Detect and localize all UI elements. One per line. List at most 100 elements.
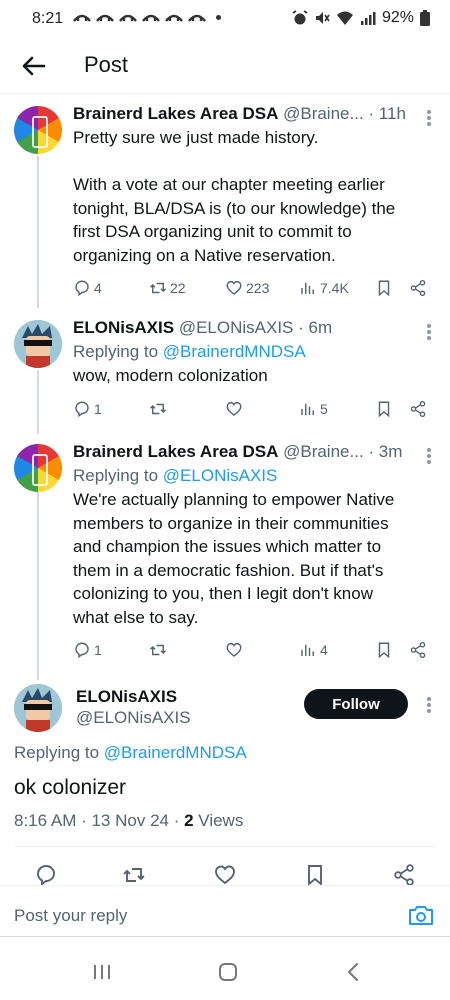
views-label: Views <box>193 811 244 830</box>
author-name[interactable]: ELONisAXIS <box>76 687 177 707</box>
views-count: 7.4K <box>320 280 349 296</box>
author-handle[interactable]: @Braine... <box>283 104 364 123</box>
reply-button[interactable] <box>34 863 58 887</box>
like-button[interactable] <box>225 639 243 661</box>
views-count: 5 <box>320 401 328 417</box>
like-count: 223 <box>246 280 270 296</box>
tweet-text: We're actually planning to empower Nativ… <box>73 490 400 627</box>
back-icon[interactable] <box>342 960 366 984</box>
like-icon <box>226 642 242 657</box>
replying-to: Replying to @ELONisAXIS <box>73 465 410 487</box>
avatar[interactable] <box>14 684 62 732</box>
mute-icon <box>315 12 330 24</box>
author-handle[interactable]: @Braine... <box>283 442 364 461</box>
avatar-image <box>14 320 62 368</box>
share-button[interactable] <box>409 639 427 661</box>
more-icon[interactable] <box>426 322 432 342</box>
page-title: Post <box>84 52 129 77</box>
post-timestamp: 8:16 AM · 13 Nov 24 · 2 Views <box>14 811 243 831</box>
notification-icons <box>72 11 221 23</box>
camera-icon[interactable] <box>408 904 434 926</box>
reply-input[interactable]: Post your reply <box>14 906 127 926</box>
more-notifications-dot <box>216 14 221 20</box>
tweet-meta: Brainerd Lakes Area DSA @Braine... · 11h <box>73 103 410 125</box>
replying-to-link[interactable]: @ELONisAXIS <box>163 466 278 485</box>
replying-to: Replying to @BrainerdMNDSA <box>73 341 410 363</box>
author-handle[interactable]: @ELONisAXIS <box>179 318 294 337</box>
views-count: 4 <box>320 642 328 658</box>
author-handle[interactable]: @ELONisAXIS <box>76 708 191 728</box>
views-button[interactable]: 5 <box>299 398 328 420</box>
views-icon <box>301 403 314 415</box>
replying-to-link[interactable]: @BrainerdMNDSA <box>104 743 247 762</box>
notification-icon <box>142 14 160 22</box>
tweet[interactable]: Brainerd Lakes Area DSA @Braine... · 3m … <box>0 438 450 666</box>
author-name[interactable]: Brainerd Lakes Area DSA <box>73 104 278 123</box>
reply-icon <box>75 280 89 297</box>
share-button[interactable] <box>392 863 416 887</box>
like-icon <box>226 401 242 416</box>
status-time: 8:21 <box>32 10 64 27</box>
repost-icon <box>123 868 145 882</box>
share-icon <box>394 864 414 886</box>
like-button[interactable] <box>225 398 243 420</box>
replying-to-link[interactable]: @BrainerdMNDSA <box>163 342 306 361</box>
home-icon[interactable] <box>216 960 240 984</box>
notification-icon <box>119 14 137 22</box>
more-icon[interactable] <box>426 695 432 715</box>
tweet-text: ok colonizer <box>14 776 127 799</box>
signal-icon <box>360 12 376 25</box>
share-button[interactable] <box>409 398 427 420</box>
back-arrow-icon[interactable] <box>20 52 48 80</box>
avatar-image <box>14 684 62 732</box>
reply-button[interactable]: 1 <box>73 639 102 661</box>
share-button[interactable] <box>409 277 427 299</box>
reply-button[interactable]: 4 <box>73 277 102 299</box>
views-button[interactable]: 4 <box>299 639 328 661</box>
wifi-icon <box>336 11 353 25</box>
bookmark-icon <box>308 865 322 887</box>
avatar[interactable] <box>14 106 62 154</box>
like-button[interactable]: 223 <box>225 277 269 299</box>
notification-icon <box>73 14 91 22</box>
tweet-meta: Brainerd Lakes Area DSA @Braine... · 3m <box>73 441 410 463</box>
views-button[interactable]: 7.4K <box>299 277 349 299</box>
reply-icon <box>75 401 89 418</box>
views-count: 2 <box>184 811 194 830</box>
more-icon[interactable] <box>426 446 432 466</box>
reply-count: 1 <box>94 642 102 658</box>
bookmark-button[interactable] <box>375 639 393 661</box>
tweet-actions: 1 5 <box>73 398 432 420</box>
follow-button[interactable]: Follow <box>304 689 408 719</box>
bookmark-button[interactable] <box>375 277 393 299</box>
battery-icon <box>420 10 430 26</box>
bookmark-button[interactable] <box>375 398 393 420</box>
like-icon <box>215 865 235 885</box>
avatar[interactable] <box>14 444 62 492</box>
tweet-text: Pretty sure we just made history. With a… <box>73 128 396 265</box>
author-name[interactable]: ELONisAXIS <box>73 318 174 337</box>
reply-bar: Post your reply <box>0 885 450 937</box>
more-icon[interactable] <box>426 108 432 128</box>
repost-button[interactable] <box>149 639 167 661</box>
repost-icon <box>149 282 167 294</box>
repost-button[interactable] <box>122 863 146 887</box>
reply-button[interactable]: 1 <box>73 398 102 420</box>
tweet-actions: 1 4 <box>73 639 432 661</box>
notification-icon <box>188 14 206 22</box>
status-right: 92% <box>292 9 430 27</box>
views-icon <box>301 644 314 656</box>
bookmark-button[interactable] <box>303 863 327 887</box>
share-icon <box>410 400 426 418</box>
repost-button[interactable]: 22 <box>149 277 186 299</box>
reply-count: 1 <box>94 401 102 417</box>
recent-apps-icon[interactable] <box>90 960 114 984</box>
main-tweet-actions <box>14 846 436 887</box>
like-button[interactable] <box>213 863 237 887</box>
avatar[interactable] <box>14 320 62 368</box>
repost-button[interactable] <box>149 398 167 420</box>
system-navigation-bar <box>0 940 450 1000</box>
post-time: · 6m <box>298 318 333 337</box>
author-name[interactable]: Brainerd Lakes Area DSA <box>73 442 278 461</box>
reply-icon <box>75 642 89 659</box>
